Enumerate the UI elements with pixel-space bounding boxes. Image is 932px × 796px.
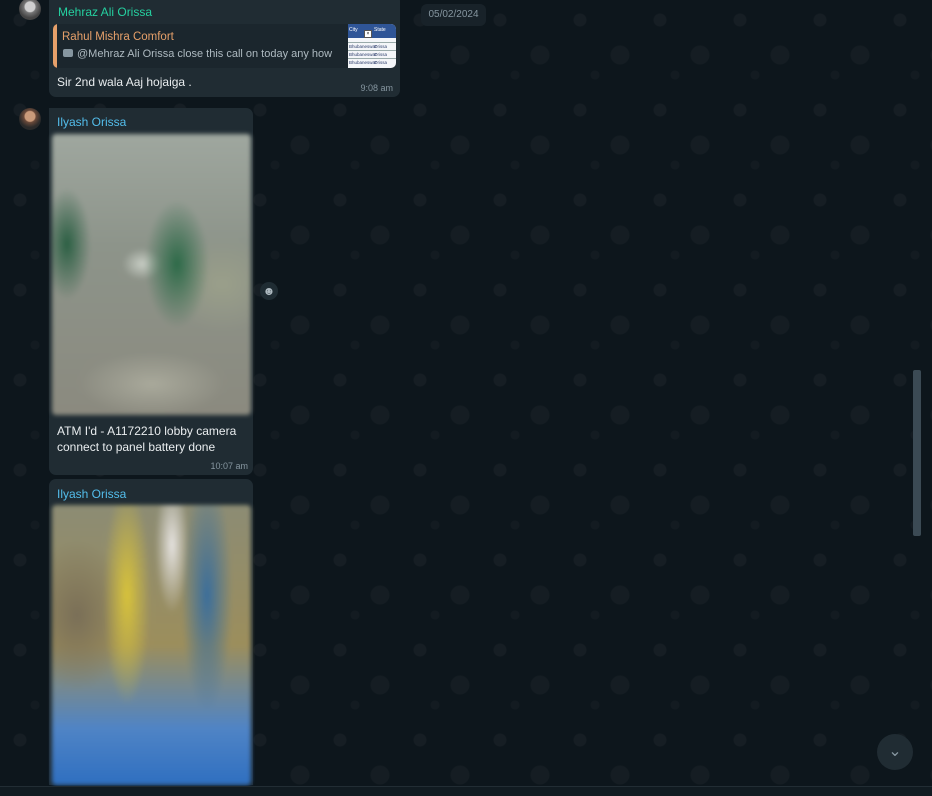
chevron-down-icon: ⌄ xyxy=(888,743,902,760)
thumb-cell: Orissa xyxy=(374,60,388,65)
message-text: Sir 2nd wala Aaj hojaiga . xyxy=(57,75,192,89)
message-bubble[interactable]: Ilyash Orissa ATM I'd - A1172210 lobby c… xyxy=(49,108,253,475)
message-bubble[interactable]: Mehraz Ali Orissa Rahul Mishra Comfort @… xyxy=(49,0,400,97)
image-attachment[interactable] xyxy=(52,505,251,785)
thumb-header: City State xyxy=(348,24,396,38)
scrollbar[interactable] xyxy=(913,370,921,536)
quote-author: Rahul Mishra Comfort xyxy=(62,31,174,43)
quote-thumbnail: City State × Bhubaneswar Orissa Bhubanes… xyxy=(348,24,396,68)
date-chip: 05/02/2024 xyxy=(421,4,486,26)
thumb-cell: Bhubaneswar xyxy=(349,60,377,65)
thumb-cell: Bhubaneswar xyxy=(349,52,377,57)
scroll-to-bottom-button[interactable]: ⌄ xyxy=(877,734,913,770)
thumb-cell: Orissa xyxy=(374,52,388,57)
message-time: 10:07 am xyxy=(210,461,248,471)
camera-icon xyxy=(63,49,73,57)
message-time: 9:08 am xyxy=(360,83,393,93)
close-icon: × xyxy=(364,30,372,38)
thumb-cell: Orissa xyxy=(374,44,388,49)
image-attachment[interactable] xyxy=(52,134,251,415)
message-bubble[interactable]: Ilyash Orissa xyxy=(49,479,253,785)
sender-name[interactable]: Ilyash Orissa xyxy=(57,115,126,129)
quote-text: @Mehraz Ali Orissa close this call on to… xyxy=(77,48,333,60)
message-text: ATM I'd - A1172210 lobby camera connect … xyxy=(57,424,237,454)
thumb-col-state: State xyxy=(374,27,386,33)
emoji-icon[interactable]: ☻ xyxy=(260,282,278,300)
thumb-row: Bhubaneswar Orissa xyxy=(348,58,396,67)
thumb-cell: Bhubaneswar xyxy=(349,44,377,49)
sender-name[interactable]: Ilyash Orissa xyxy=(57,487,126,501)
sender-name[interactable]: Mehraz Ali Orissa xyxy=(58,5,152,19)
avatar[interactable] xyxy=(19,108,41,130)
quote-bar xyxy=(53,24,57,68)
thumb-col-city: City xyxy=(349,27,358,33)
quoted-message[interactable]: Rahul Mishra Comfort @Mehraz Ali Orissa … xyxy=(53,24,396,68)
